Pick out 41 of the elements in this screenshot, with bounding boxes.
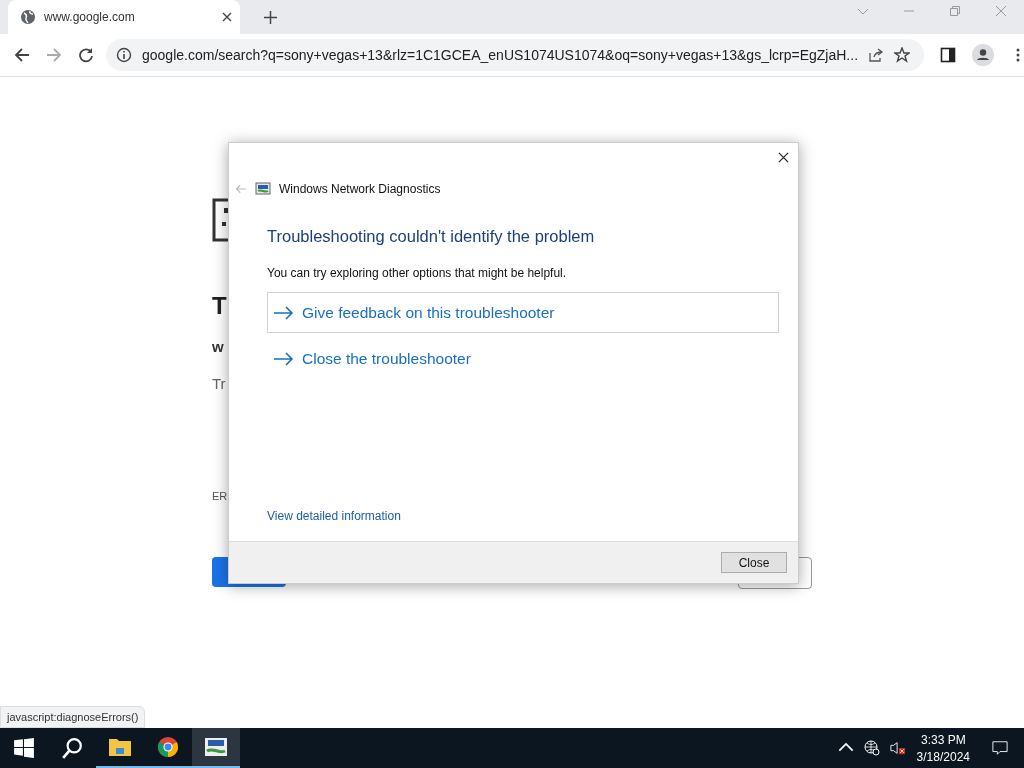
tab-title: www.google.com <box>44 10 136 24</box>
close-tab-icon[interactable] <box>222 12 232 22</box>
taskbar-app[interactable] <box>192 728 240 768</box>
clock-date: 3/18/2024 <box>916 749 970 764</box>
arrow-icon <box>274 305 294 320</box>
side-panel-icon[interactable] <box>940 47 957 63</box>
page-text: w <box>212 338 224 355</box>
option-link[interactable]: Give feedback on this troubleshooter <box>267 292 779 333</box>
status-bubble: javascript:diagnoseErrors() <box>0 706 146 728</box>
dialog-title: Windows Network Diagnostics <box>279 182 441 196</box>
folder-icon <box>108 736 132 758</box>
page-text: T <box>212 292 227 320</box>
star-icon[interactable] <box>894 47 911 63</box>
document-icon <box>212 198 228 242</box>
back-arrow-icon[interactable] <box>14 47 30 63</box>
dialog-heading: Troubleshooting couldn't identify the problem <box>267 227 595 246</box>
page-text: ER <box>212 490 228 502</box>
globe-icon[interactable] <box>863 740 880 756</box>
network-diagnostics-icon <box>204 736 228 758</box>
dialog-message: You can try exploring other options that might be helpful. <box>267 266 567 280</box>
info-icon[interactable] <box>116 47 132 63</box>
browser-icon <box>156 736 180 758</box>
close-icon[interactable] <box>778 152 789 163</box>
profile-icon[interactable] <box>972 44 995 66</box>
search-icon[interactable] <box>61 737 83 759</box>
notification-icon[interactable] <box>992 740 1008 756</box>
page-text: Tr <box>212 375 226 392</box>
details-link[interactable]: View detailed information <box>267 509 401 523</box>
share-icon[interactable] <box>868 47 885 63</box>
browser-tab[interactable]: www.google.com <box>8 0 240 34</box>
globe-icon <box>20 9 36 25</box>
arrow-icon <box>274 351 294 366</box>
reload-icon[interactable] <box>78 47 94 63</box>
option-link[interactable]: Close the troubleshooter <box>267 338 779 379</box>
close-button[interactable]: Close <box>721 552 787 573</box>
new-tab-icon[interactable] <box>264 11 277 24</box>
clock-time: 3:33 PM <box>920 732 966 747</box>
speaker-muted-icon[interactable] <box>889 740 906 756</box>
start-icon[interactable] <box>13 737 35 759</box>
network-diagnostics-icon <box>255 181 271 197</box>
address-bar[interactable]: google.com/search?q=sony+vegas+13&rlz=1C1GCEA_enUS1074US1074&oq=sony+vegas+13&gs_lcrp=EgZjaH... <box>106 39 925 71</box>
